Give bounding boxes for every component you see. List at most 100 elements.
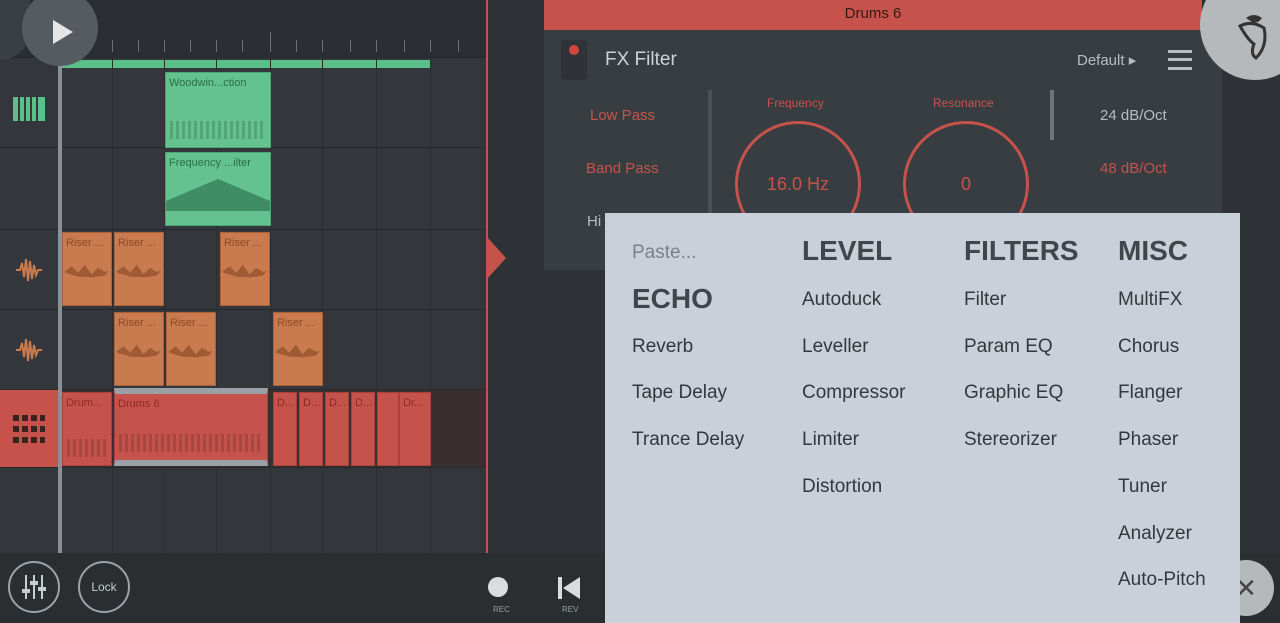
loop-region-bar[interactable] bbox=[62, 60, 430, 68]
menu-item-tuner[interactable]: Tuner bbox=[1118, 476, 1167, 498]
ruler-tick bbox=[270, 32, 271, 52]
resonance-value: 0 bbox=[960, 173, 971, 194]
clip-label: Riser ... bbox=[170, 317, 208, 329]
pattern-clip[interactable]: Woodwin...ction bbox=[165, 72, 271, 148]
preset-selector[interactable]: Default ▸ bbox=[1077, 51, 1136, 69]
track-header[interactable] bbox=[0, 310, 58, 389]
chevron-right-icon: ▸ bbox=[1128, 52, 1137, 69]
pattern-clip[interactable]: Drum... bbox=[62, 392, 112, 466]
menu-item-analyzer[interactable]: Analyzer bbox=[1118, 523, 1192, 545]
track-row[interactable] bbox=[0, 310, 486, 390]
automation-clip[interactable]: Frequency ...ilter bbox=[165, 152, 271, 226]
pattern-clip[interactable]: D... bbox=[325, 392, 349, 466]
menu-heading-misc: MISC bbox=[1118, 235, 1188, 266]
track-header[interactable] bbox=[0, 148, 58, 229]
clip-label: Drums 6 bbox=[118, 398, 160, 410]
clip-label: Riser ... bbox=[224, 237, 262, 249]
slope-24db[interactable]: 24 dB/Oct bbox=[1100, 107, 1167, 124]
scrollbar[interactable] bbox=[1050, 90, 1054, 140]
clip-waveform bbox=[117, 264, 161, 278]
menu-item-compressor[interactable]: Compressor bbox=[802, 382, 905, 404]
pattern-clip[interactable]: Dr... bbox=[399, 392, 431, 466]
menu-item-chorus[interactable]: Chorus bbox=[1118, 336, 1179, 358]
clip-waveform bbox=[169, 344, 213, 358]
clip-label: Frequency ...ilter bbox=[169, 157, 251, 169]
plugin-name: FX Filter bbox=[605, 49, 677, 70]
menu-item-multifx[interactable]: MultiFX bbox=[1118, 289, 1182, 311]
record-button[interactable] bbox=[488, 577, 508, 597]
frequency-label: Frequency bbox=[767, 96, 824, 110]
menu-item-autoduck[interactable]: Autoduck bbox=[802, 289, 881, 311]
piano-icon bbox=[13, 96, 45, 121]
clip-notes bbox=[67, 439, 107, 457]
pattern-clip[interactable]: D... bbox=[273, 392, 297, 466]
menu-item-filter[interactable]: Filter bbox=[964, 289, 1006, 311]
drum-pad-icon bbox=[13, 414, 45, 443]
filter-type-low-pass[interactable]: Low Pass bbox=[590, 107, 655, 124]
ruler-tick bbox=[164, 40, 165, 52]
audio-clip[interactable]: Riser ... bbox=[114, 232, 164, 306]
menu-item-auto-pitch[interactable]: Auto-Pitch bbox=[1118, 569, 1206, 591]
panel-collapse-arrow-icon[interactable] bbox=[488, 238, 506, 278]
playhead[interactable] bbox=[58, 58, 62, 553]
menu-item-stereorizer[interactable]: Stereorizer bbox=[964, 429, 1057, 451]
menu-item-limiter[interactable]: Limiter bbox=[802, 429, 859, 451]
menu-item-paste[interactable]: Paste... bbox=[632, 242, 696, 264]
track-header[interactable] bbox=[0, 70, 58, 147]
frequency-value: 16.0 Hz bbox=[766, 173, 830, 194]
skip-back-icon bbox=[558, 577, 580, 599]
menu-item-param-eq[interactable]: Param EQ bbox=[964, 336, 1053, 358]
clip-label: Drum... bbox=[66, 397, 103, 409]
mixer-button[interactable] bbox=[8, 561, 60, 613]
ruler-tick bbox=[376, 40, 377, 52]
resonance-label: Resonance bbox=[933, 96, 994, 110]
menu-item-tape-delay[interactable]: Tape Delay bbox=[632, 382, 727, 404]
playlist[interactable]: Woodwin...ction Frequency ...ilter Riser… bbox=[0, 0, 486, 553]
filter-type-band-pass[interactable]: Band Pass bbox=[586, 160, 659, 177]
ruler-tick bbox=[112, 40, 113, 52]
clip-label: Woodwin...ction bbox=[169, 77, 247, 89]
audio-clip[interactable]: Riser ... bbox=[114, 312, 164, 386]
rewind-button[interactable] bbox=[558, 577, 582, 604]
slope-48db[interactable]: 48 dB/Oct bbox=[1100, 160, 1167, 177]
hamburger-menu-icon[interactable] bbox=[1168, 50, 1192, 70]
filter-type-high-pass[interactable]: Hi bbox=[587, 213, 601, 230]
lock-button[interactable]: Lock bbox=[78, 561, 130, 613]
menu-heading-filters: FILTERS bbox=[964, 235, 1079, 266]
clip-label: Riser ... bbox=[66, 237, 104, 249]
menu-item-distortion[interactable]: Distortion bbox=[802, 476, 882, 498]
clip-label: Riser ... bbox=[118, 317, 156, 329]
track-header[interactable] bbox=[0, 230, 58, 309]
mixer-sliders-icon bbox=[22, 575, 46, 599]
menu-item-graphic-eq[interactable]: Graphic EQ bbox=[964, 382, 1063, 404]
ruler-tick bbox=[458, 40, 459, 52]
ruler-tick bbox=[404, 40, 405, 52]
play-icon bbox=[53, 20, 73, 44]
automation-curve bbox=[166, 179, 270, 211]
audio-clip[interactable]: Riser ... bbox=[62, 232, 112, 306]
ruler-tick bbox=[242, 40, 243, 52]
clip-label: D... bbox=[355, 397, 373, 409]
audio-clip[interactable]: Riser ... bbox=[166, 312, 216, 386]
track-header[interactable] bbox=[0, 390, 58, 467]
selected-pattern-clip[interactable]: Drums 6 bbox=[114, 388, 268, 466]
ruler-tick bbox=[430, 40, 431, 52]
menu-item-phaser[interactable]: Phaser bbox=[1118, 429, 1178, 451]
ruler-tick bbox=[296, 40, 297, 52]
menu-item-leveller[interactable]: Leveller bbox=[802, 336, 869, 358]
audio-clip[interactable]: Riser ... bbox=[273, 312, 323, 386]
pattern-clip[interactable]: D... bbox=[299, 392, 323, 466]
menu-item-reverb[interactable]: Reverb bbox=[632, 336, 693, 358]
audio-clip[interactable]: Riser ... bbox=[220, 232, 270, 306]
audio-wave-icon bbox=[16, 338, 42, 361]
clip-waveform bbox=[117, 344, 161, 358]
plugin-enable-toggle[interactable] bbox=[561, 40, 587, 80]
menu-item-flanger[interactable]: Flanger bbox=[1118, 382, 1182, 404]
pattern-clip[interactable]: D... bbox=[351, 392, 375, 466]
menu-item-trance-delay[interactable]: Trance Delay bbox=[632, 429, 744, 451]
clip-label: Riser ... bbox=[118, 237, 156, 249]
clip-waveform bbox=[223, 264, 267, 278]
ruler-tick bbox=[322, 40, 323, 52]
pattern-clip[interactable] bbox=[377, 392, 399, 466]
fruit-logo-icon bbox=[1237, 15, 1267, 60]
